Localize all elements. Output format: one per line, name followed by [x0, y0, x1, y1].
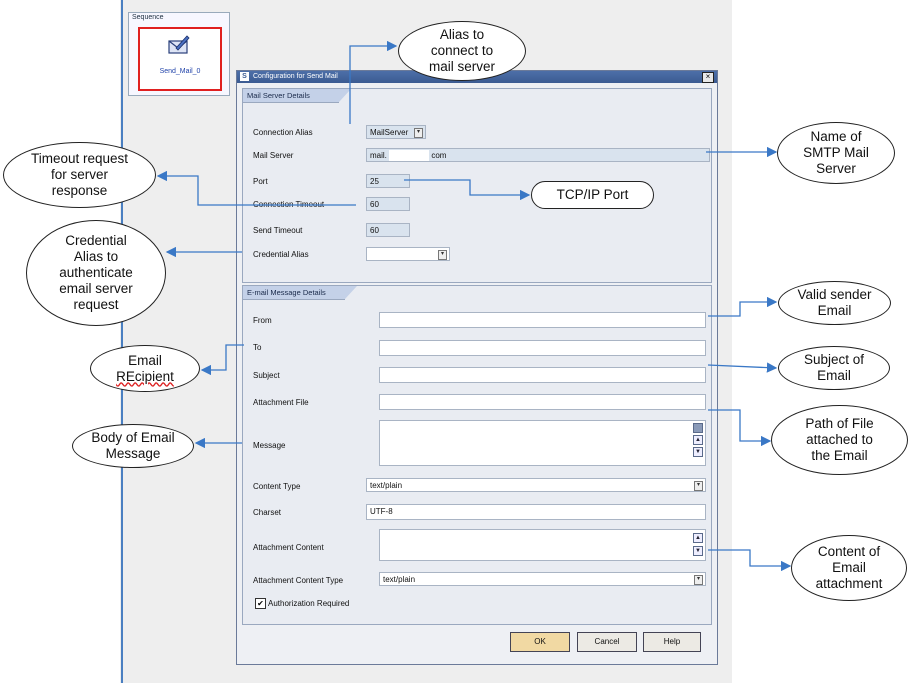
smtp-callout: Name of SMTP Mail Server — [777, 122, 895, 184]
subject-callout: Subject of Email — [778, 346, 890, 390]
arrow-sender — [708, 296, 778, 317]
path-callout: Path of File attached to the Email — [771, 405, 908, 475]
timeout-callout: Timeout request for server response — [3, 142, 156, 208]
callout-arrows — [156, 40, 792, 572]
arrow-content — [708, 549, 792, 572]
credential-callout: Credential Alias to authenticate email serv… — [26, 220, 166, 326]
alias-callout: Alias to connect to mail server — [398, 21, 526, 81]
arrow-tcp — [404, 179, 531, 201]
arrow-path — [708, 409, 772, 447]
sender-callout: Valid sender Email — [778, 281, 891, 325]
arrow-alias — [349, 40, 398, 124]
arrow-subject — [707, 362, 778, 373]
tcp-callout: TCP/IP Port — [531, 181, 654, 209]
arrow-timeout — [156, 170, 356, 206]
arrow-recipient — [200, 344, 244, 376]
body-callout: Body of Email Message — [72, 424, 194, 468]
recipient-callout: Email REcipient — [90, 345, 200, 392]
content-callout: Content of Email attachment — [791, 535, 907, 601]
